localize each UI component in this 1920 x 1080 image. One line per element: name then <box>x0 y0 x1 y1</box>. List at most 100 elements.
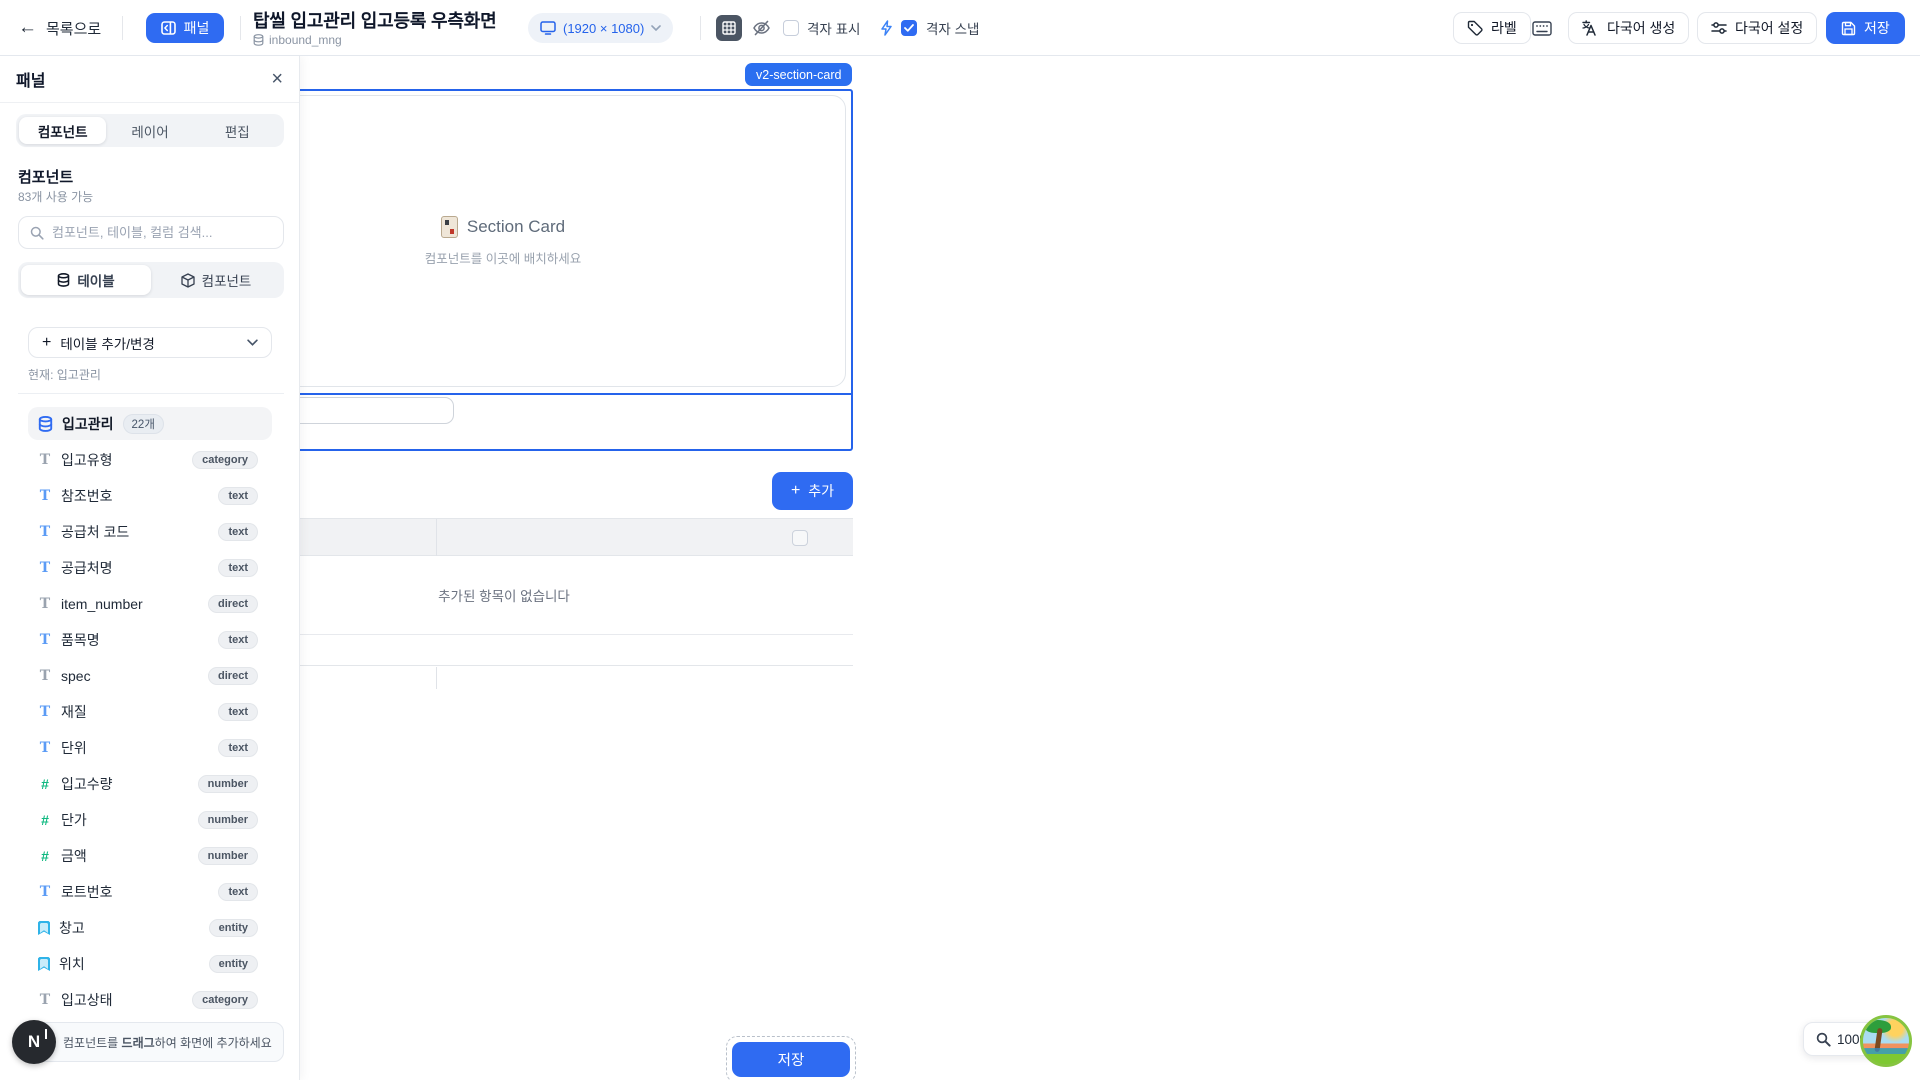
grid-show-label: 격자 표시 <box>807 18 860 38</box>
field-name: item_number <box>61 596 143 612</box>
drag-hint: 컴포넌트를 드래그하여 화면에 추가하세요 <box>18 1022 284 1062</box>
label-button[interactable]: 라벨 <box>1453 12 1531 44</box>
i18n-generate-button[interactable]: 다국어 생성 <box>1568 12 1689 44</box>
collaborator-cursor: N <box>12 1020 56 1064</box>
field-row[interactable]: T 재질 text <box>28 694 272 730</box>
checkbox-unchecked[interactable] <box>783 20 799 36</box>
check-icon <box>904 24 914 32</box>
database-icon <box>253 34 264 46</box>
field-row[interactable]: # 단가 number <box>28 802 272 838</box>
resolution-selector[interactable]: (1920 × 1080) <box>528 13 673 43</box>
translate-icon <box>1582 20 1599 36</box>
field-type-badge: text <box>218 487 258 505</box>
field-type-badge: direct <box>208 595 258 613</box>
eye-off-icon <box>752 19 771 37</box>
i18n-settings-button[interactable]: 다국어 설정 <box>1697 12 1817 44</box>
database-icon <box>38 416 53 432</box>
divider <box>18 393 284 394</box>
field-row[interactable]: T 입고상태 category <box>28 982 272 1018</box>
lightning-icon <box>880 20 893 36</box>
field-name: 단가 <box>61 810 87 830</box>
field-row[interactable]: T 입고유형 category <box>28 442 272 478</box>
sliders-icon <box>1711 20 1727 36</box>
field-type-icon: T <box>38 524 52 540</box>
island-extension-icon[interactable] <box>1860 1015 1912 1067</box>
section-card-title: Section Card <box>467 217 565 237</box>
field-row[interactable]: T 로트번호 text <box>28 874 272 910</box>
field-row[interactable]: 위치 entity <box>28 946 272 982</box>
grid-snap-label: 격자 스냅 <box>926 18 979 38</box>
field-row[interactable]: T 단위 text <box>28 730 272 766</box>
field-row[interactable]: T item_number direct <box>28 586 272 622</box>
toggle-components[interactable]: 컴포넌트 <box>151 265 281 295</box>
save-button[interactable]: 저장 <box>1826 12 1905 44</box>
panel-title: 패널 <box>16 67 45 91</box>
back-to-list-link[interactable]: 목록으로 <box>46 0 101 56</box>
search-input[interactable] <box>52 225 272 240</box>
resolution-value: (1920 × 1080) <box>563 21 644 36</box>
snap-lightning <box>880 0 893 56</box>
source-toggle: 테이블 컴포넌트 <box>18 262 284 298</box>
table-item-inbound[interactable]: 입고관리 22개 <box>28 407 272 440</box>
field-name: spec <box>61 668 91 684</box>
add-change-table-button[interactable]: + 테이블 추가/변경 <box>28 327 272 358</box>
field-row[interactable]: T 공급처명 text <box>28 550 272 586</box>
field-type-badge: number <box>198 811 258 829</box>
field-type-badge: number <box>198 847 258 865</box>
close-icon[interactable]: × <box>271 69 283 89</box>
divider <box>700 16 701 40</box>
field-row[interactable]: T spec direct <box>28 658 272 694</box>
canvas-save-button[interactable]: 저장 <box>732 1042 850 1077</box>
playing-card-icon <box>441 216 458 238</box>
field-row[interactable]: # 입고수량 number <box>28 766 272 802</box>
grid-button[interactable] <box>716 15 742 41</box>
field-type-icon: T <box>38 632 52 648</box>
field-type-icon: T <box>38 992 52 1008</box>
back-button[interactable]: ← <box>18 0 37 56</box>
field-type-badge: category <box>192 991 258 1009</box>
field-name: 단위 <box>61 738 87 758</box>
shortcut-keyboard-button[interactable] <box>1532 0 1552 56</box>
field-type-badge: text <box>218 703 258 721</box>
back-arrow-icon: ← <box>18 17 37 39</box>
current-table-label: 현재: 입고관리 <box>28 366 101 383</box>
field-name: 창고 <box>59 918 85 938</box>
field-type-icon: T <box>38 560 52 576</box>
field-name: 금액 <box>61 846 87 866</box>
field-row[interactable]: 창고 entity <box>28 910 272 946</box>
field-name: 입고유형 <box>61 450 113 470</box>
search-box[interactable] <box>18 216 284 249</box>
field-type-badge: text <box>218 631 258 649</box>
box-icon <box>181 273 195 288</box>
add-row-button[interactable]: + 추가 <box>772 472 853 510</box>
panel-toggle-button[interactable]: 패널 <box>146 13 224 43</box>
field-type-badge: entity <box>209 955 258 973</box>
field-type-icon: T <box>38 668 52 684</box>
field-type-icon: T <box>38 488 52 504</box>
tab-components[interactable]: 컴포넌트 <box>19 117 106 144</box>
field-row[interactable]: T 공급처 코드 text <box>28 514 272 550</box>
column-divider <box>436 519 437 557</box>
search-icon <box>30 226 44 240</box>
visibility-toggle[interactable] <box>752 0 771 56</box>
grid-show-checkbox[interactable] <box>783 0 799 56</box>
select-all-checkbox[interactable] <box>792 530 808 546</box>
top-toolbar: ← 목록으로 패널 탑씰 입고관리 입고등록 우측화면 inbound_mng <box>0 0 1920 56</box>
field-type-badge: text <box>218 523 258 541</box>
field-name: 재질 <box>61 702 87 722</box>
checkbox-checked[interactable] <box>901 20 917 36</box>
component-panel: 패널 × 컴포넌트 레이어 편집 컴포넌트 83개 사용 가능 테이블 <box>0 56 300 1080</box>
breadcrumb: inbound_mng <box>253 33 496 47</box>
field-row[interactable]: # 금액 number <box>28 838 272 874</box>
field-type-badge: number <box>198 775 258 793</box>
section-card-title-line: Section Card <box>441 216 565 238</box>
field-type-badge: direct <box>208 667 258 685</box>
field-type-badge: category <box>192 451 258 469</box>
grid-snap-checkbox[interactable] <box>901 0 917 56</box>
field-row[interactable]: T 품목명 text <box>28 622 272 658</box>
tab-layers[interactable]: 레이어 <box>106 117 193 144</box>
toggle-tables[interactable]: 테이블 <box>21 265 151 295</box>
page-title: 탑씰 입고관리 입고등록 우측화면 <box>253 7 496 33</box>
field-row[interactable]: T 참조번호 text <box>28 478 272 514</box>
tab-edit[interactable]: 편집 <box>194 117 281 144</box>
